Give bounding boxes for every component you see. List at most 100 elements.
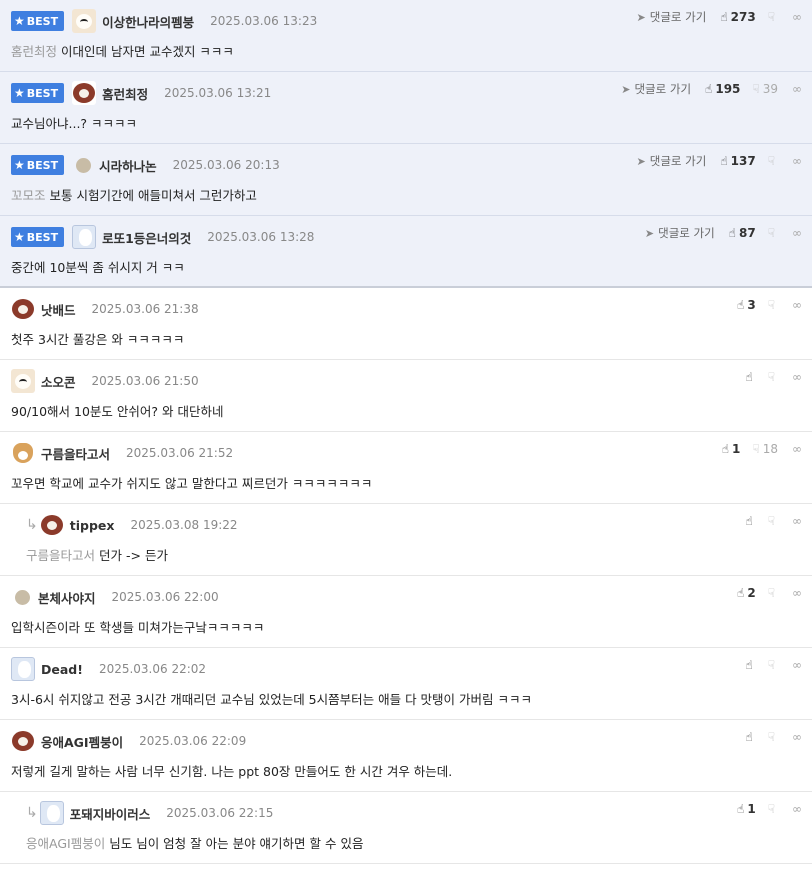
comment-text: 입학시즌이라 또 학생들 미쳐가는구낰ㅋㅋㅋㅋㅋ — [11, 620, 265, 635]
downvote-button[interactable]: ☟ — [768, 10, 778, 24]
link-icon[interactable]: ∞ — [792, 82, 802, 96]
avatar[interactable] — [39, 513, 64, 537]
comment-header: ★ BEST 로또1등은너의것 2025.03.06 13:28 — [11, 225, 314, 249]
author-nickname[interactable]: 이상한나라의펨붕 — [102, 12, 194, 31]
downvote-button[interactable]: ☟ — [768, 226, 778, 240]
goto-label: 댓글로 가기 — [649, 10, 707, 24]
downvote-button[interactable]: ☟ — [768, 298, 778, 312]
comment-date: 2025.03.06 21:52 — [126, 446, 234, 460]
best-label: BEST — [26, 86, 59, 100]
avatar[interactable] — [11, 441, 35, 465]
link-icon[interactable]: ∞ — [792, 658, 802, 672]
link-icon[interactable]: ∞ — [792, 298, 802, 312]
thumbs-down-icon: ☟ — [767, 514, 775, 528]
comment-header: Dead! 2025.03.06 22:02 — [11, 657, 206, 681]
avatar[interactable] — [11, 729, 35, 753]
best-comment: ★ BEST 홈런최정 2025.03.06 13:21 교수님아냐...? ㅋㅋㅋㅋ ➤… — [0, 72, 812, 144]
upvote-button[interactable]: ☝ — [745, 730, 755, 744]
comment-content: 첫주 3시간 풀강은 와 ㅋㅋㅋㅋㅋ — [11, 329, 184, 348]
link-icon[interactable]: ∞ — [792, 730, 802, 744]
best-label: BEST — [26, 158, 59, 172]
upvote-button[interactable]: ☝ 195 — [705, 82, 740, 96]
comment-text: 이대인데 남자면 교수겠지 ㅋㅋㅋ — [61, 44, 234, 59]
avatar[interactable] — [72, 225, 97, 249]
avatar[interactable] — [76, 157, 92, 173]
author-nickname[interactable]: 구름을타고서 — [41, 444, 110, 463]
avatar[interactable] — [39, 801, 64, 825]
comment-content: 입학시즌이라 또 학생들 미쳐가는구낰ㅋㅋㅋㅋㅋ — [11, 617, 264, 636]
mention-nickname[interactable]: 홈런최정 — [11, 44, 57, 59]
author-nickname[interactable]: 응애AGI펨붕이 — [41, 732, 123, 751]
avatar[interactable] — [72, 9, 97, 33]
link-icon[interactable]: ∞ — [792, 802, 802, 816]
comment-actions: ☝ ☟ ∞ — [745, 656, 802, 674]
author-nickname[interactable]: 낫배드 — [41, 300, 76, 319]
upvote-button[interactable]: ☝ 2 — [737, 586, 756, 600]
upvote-button[interactable]: ☝ 273 — [720, 10, 755, 24]
downvote-count: 18 — [762, 442, 778, 456]
link-icon[interactable]: ∞ — [792, 370, 802, 384]
upvote-button[interactable]: ☝ 137 — [720, 154, 755, 168]
mention-nickname[interactable]: 꼬모조 — [11, 188, 46, 203]
avatar[interactable] — [72, 81, 97, 105]
avatar[interactable] — [15, 589, 30, 605]
upvote-button[interactable]: ☝ 1 — [737, 802, 756, 816]
author-nickname[interactable]: 소오콘 — [41, 372, 76, 391]
author-nickname[interactable]: 홈런최정 — [102, 84, 148, 103]
author-nickname[interactable]: 로또1등은너의것 — [102, 228, 191, 247]
upvote-button[interactable]: ☝ — [745, 370, 755, 384]
goto-comment-link[interactable]: ➤ 댓글로 가기 — [645, 225, 715, 241]
paper-plane-icon: ➤ — [636, 154, 646, 168]
thumbs-up-icon: ☝ — [721, 442, 730, 456]
mention-nickname[interactable]: 구름을타고서 — [26, 548, 95, 563]
goto-comment-link[interactable]: ➤ 댓글로 가기 — [621, 81, 691, 97]
link-icon[interactable]: ∞ — [792, 442, 802, 456]
goto-label: 댓글로 가기 — [658, 226, 715, 240]
downvote-button[interactable]: ☟ — [768, 370, 778, 384]
downvote-button[interactable]: ☟ — [768, 586, 778, 600]
paper-plane-icon: ➤ — [644, 226, 655, 240]
downvote-button[interactable]: ☟ 18 — [752, 442, 778, 456]
link-icon[interactable]: ∞ — [792, 586, 802, 600]
upvote-count: 1 — [747, 802, 756, 816]
upvote-count: 273 — [730, 10, 756, 24]
mention-nickname[interactable]: 응애AGI펨붕이 — [26, 836, 105, 851]
reply-arrow-icon: ↳ — [26, 517, 38, 533]
comment-text: 교수님아냐...? ㅋㅋㅋㅋ — [11, 116, 138, 131]
thumbs-down-icon: ☟ — [767, 226, 775, 240]
author-nickname[interactable]: 포돼지바이러스 — [70, 804, 151, 823]
link-icon[interactable]: ∞ — [792, 226, 802, 240]
goto-comment-link[interactable]: ➤ 댓글로 가기 — [637, 9, 707, 25]
upvote-count: 87 — [738, 226, 756, 240]
avatar[interactable] — [11, 657, 35, 681]
thumbs-up-icon: ☝ — [705, 82, 713, 96]
author-nickname[interactable]: 시라하나논 — [99, 156, 157, 175]
downvote-button[interactable]: ☟ — [768, 658, 778, 672]
comment-actions: ➤ 댓글로 가기 ☝ 137 ☟ ∞ — [637, 152, 802, 170]
downvote-button[interactable]: ☟ — [768, 514, 778, 528]
downvote-button[interactable]: ☟ — [768, 730, 778, 744]
avatar[interactable] — [11, 369, 35, 393]
upvote-button[interactable]: ☝ 87 — [729, 226, 756, 240]
thumbs-down-icon: ☟ — [767, 586, 775, 600]
comment-list: ★ BEST 이상한나라의펨붕 2025.03.06 13:23 홈런최정 이대인데 남자… — [0, 0, 812, 864]
upvote-button[interactable]: ☝ — [745, 658, 755, 672]
author-nickname[interactable]: tippex — [70, 518, 115, 533]
avatar[interactable] — [11, 297, 35, 321]
author-nickname[interactable]: Dead! — [41, 662, 83, 677]
comment-text: 보통 시험기간에 애들미쳐서 그런가하고 — [49, 188, 257, 203]
upvote-button[interactable]: ☝ 3 — [737, 298, 756, 312]
downvote-button[interactable]: ☟ — [768, 154, 778, 168]
author-nickname[interactable]: 본체사야지 — [38, 588, 96, 607]
downvote-button[interactable]: ☟ — [768, 802, 778, 816]
link-icon[interactable]: ∞ — [792, 10, 802, 24]
comment-actions: ☝ 1 ☟ 18 ∞ — [722, 440, 802, 458]
upvote-button[interactable]: ☝ 1 — [722, 442, 741, 456]
upvote-button[interactable]: ☝ — [745, 514, 755, 528]
downvote-button[interactable]: ☟ 39 — [752, 82, 778, 96]
link-icon[interactable]: ∞ — [792, 154, 802, 168]
link-icon[interactable]: ∞ — [792, 514, 802, 528]
goto-label: 댓글로 가기 — [634, 82, 692, 96]
goto-comment-link[interactable]: ➤ 댓글로 가기 — [637, 153, 707, 169]
comment-actions: ➤ 댓글로 가기 ☝ 273 ☟ ∞ — [637, 8, 802, 26]
